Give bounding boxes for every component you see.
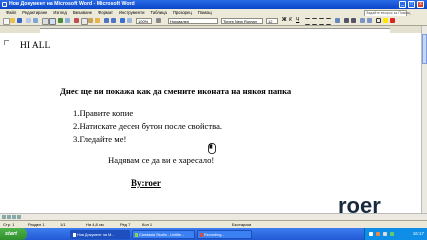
font-color-icon[interactable] <box>390 18 395 23</box>
menu-help[interactable]: Помощ <box>198 10 212 15</box>
taskbar-item-word[interactable]: Нов Документ на М... <box>70 229 130 239</box>
web-view-icon[interactable] <box>7 215 11 219</box>
highlight-icon[interactable] <box>383 18 388 23</box>
italic-icon[interactable]: К <box>289 18 294 23</box>
doc-intro: Днес ще ви покажа как да смените иконата… <box>60 86 292 96</box>
bold-icon[interactable]: Ж <box>282 18 287 23</box>
mouse-cursor-icon <box>208 143 216 154</box>
justify-icon[interactable] <box>326 18 331 25</box>
vertical-scrollbar[interactable] <box>421 26 427 213</box>
start-button[interactable]: start <box>0 228 27 240</box>
underline-icon[interactable]: Ч <box>296 18 301 23</box>
hyperlink-icon[interactable] <box>120 18 125 23</box>
align-right-icon[interactable] <box>319 18 324 25</box>
taskbar-item-label: Camtasia Studio - Untitle... <box>139 232 185 237</box>
formatting-toolbar: 100% Нормален Times New Roman 12 Ж К Ч <box>0 16 427 26</box>
document-page[interactable]: HI ALL Днес ще ви покажа как да смените … <box>0 33 421 218</box>
align-center-icon[interactable] <box>312 18 317 25</box>
doc-heading: HI ALL <box>20 41 51 51</box>
read-icon[interactable] <box>156 18 161 23</box>
paste-icon[interactable] <box>88 18 93 23</box>
security-icon[interactable] <box>390 232 394 236</box>
close-button[interactable]: x <box>417 1 424 8</box>
new-document-icon[interactable] <box>3 18 10 25</box>
print-preview-icon[interactable] <box>49 18 56 25</box>
minimize-button[interactable]: _ <box>399 1 406 8</box>
research-icon[interactable] <box>65 18 70 23</box>
system-tray: 16:17 <box>364 228 427 240</box>
tables-borders-icon[interactable] <box>127 18 132 23</box>
volume-icon[interactable] <box>383 232 387 236</box>
font-select[interactable]: Times New Roman <box>221 17 263 24</box>
margin-corner-mark <box>4 40 9 45</box>
bullets-icon[interactable] <box>351 18 356 23</box>
taskbar: start Нов Документ на М... Camtasia Stud… <box>0 228 427 240</box>
increase-indent-icon[interactable] <box>367 18 372 23</box>
zoom-select[interactable]: 100% <box>136 17 152 24</box>
menu-format[interactable]: Формат <box>98 10 113 15</box>
format-painter-icon[interactable] <box>95 18 100 23</box>
email-icon[interactable] <box>33 18 38 23</box>
menu-edit[interactable]: Редактиране <box>22 10 47 15</box>
menu-window[interactable]: Прозорец <box>173 10 192 15</box>
camtasia-icon <box>134 233 138 237</box>
doc-step-1: 1.Правите копие <box>73 108 134 118</box>
line-spacing-icon[interactable] <box>335 18 340 23</box>
taskbar-item-label: Нов Документ на М... <box>77 232 115 237</box>
style-select[interactable]: Нормален <box>168 17 218 24</box>
clock: 16:17 <box>412 231 424 236</box>
taskbar-item-recording[interactable]: Recording... <box>197 229 252 239</box>
redo-icon[interactable] <box>111 18 116 23</box>
permission-icon[interactable] <box>26 18 31 23</box>
doc-step-3: 3.Гледайте ме! <box>73 134 127 144</box>
doc-step-2: 2.Натискате десен бутон после свойства. <box>73 121 223 131</box>
recording-icon <box>199 233 203 237</box>
normal-view-icon[interactable] <box>2 215 6 219</box>
undo-icon[interactable] <box>104 18 109 23</box>
network-icon[interactable] <box>376 232 380 236</box>
align-left-icon[interactable] <box>305 18 310 25</box>
save-icon[interactable] <box>17 18 22 23</box>
border-icon[interactable] <box>376 18 381 23</box>
copy-icon[interactable] <box>81 18 88 25</box>
maximize-button[interactable]: □ <box>408 1 415 8</box>
open-folder-icon[interactable] <box>10 18 15 23</box>
outline-view-icon[interactable] <box>17 215 21 219</box>
print-icon[interactable] <box>42 18 49 25</box>
ruler[interactable] <box>0 26 427 34</box>
menu-file[interactable]: Файл <box>6 10 16 15</box>
menu-view[interactable]: Изглед <box>53 10 67 15</box>
spelling-icon[interactable] <box>58 18 63 23</box>
print-view-icon[interactable] <box>12 215 16 219</box>
doc-signature: By:roer <box>131 178 161 188</box>
word-doc-icon <box>72 233 76 237</box>
scroll-thumb[interactable] <box>422 34 427 64</box>
menu-tools[interactable]: Инструменти <box>119 10 144 15</box>
taskbar-item-label: Recording... <box>204 232 225 237</box>
word-app-icon <box>2 2 7 7</box>
doc-closing: Надявам се да ви е харесало! <box>108 155 215 165</box>
decrease-indent-icon[interactable] <box>360 18 365 23</box>
font-size-select[interactable]: 12 <box>266 17 278 24</box>
title-bar: Нов Документ на Microsoft Word - Microso… <box>0 0 427 9</box>
menu-table[interactable]: Таблица <box>150 10 166 15</box>
taskbar-item-camtasia[interactable]: Camtasia Studio - Untitle... <box>132 229 195 239</box>
window-title: Нов Документ на Microsoft Word - Microso… <box>9 1 135 7</box>
cut-icon[interactable] <box>74 18 79 23</box>
language-icon[interactable] <box>369 232 373 236</box>
menu-insert[interactable]: Вмъкване <box>73 10 92 15</box>
numbering-icon[interactable] <box>344 18 349 23</box>
